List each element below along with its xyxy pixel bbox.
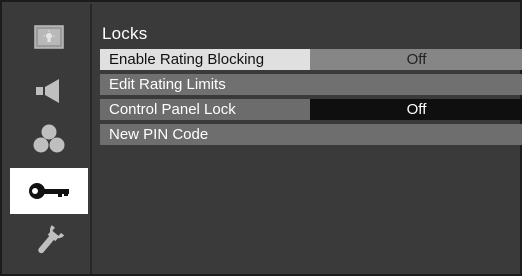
sidebar-item-channels[interactable] <box>10 116 88 162</box>
sidebar-item-locks[interactable] <box>10 168 88 214</box>
sidebar-item-picture[interactable] <box>10 14 88 60</box>
menu-row-control-panel-lock[interactable]: Control Panel Lock Off <box>100 99 522 120</box>
sidebar <box>4 4 92 274</box>
menu-row-new-pin-code[interactable]: New PIN Code <box>100 124 522 145</box>
channels-icon <box>33 124 65 153</box>
menu-row-label: New PIN Code <box>109 126 209 143</box>
sidebar-item-setup[interactable] <box>10 218 88 264</box>
wrench-icon <box>38 225 64 254</box>
page-title: Locks <box>102 24 148 43</box>
key-icon <box>29 183 69 199</box>
menu-row-label: Control Panel Lock <box>100 99 310 120</box>
settings-panel: Locks Enable Rating Blocking Off Edit Ra… <box>100 2 522 278</box>
menu-row-label: Enable Rating Blocking <box>100 49 310 70</box>
menu-row-enable-rating-blocking[interactable]: Enable Rating Blocking Off <box>100 49 522 70</box>
menu-row-value[interactable]: Off <box>310 49 522 70</box>
picture-icon <box>34 25 64 49</box>
sidebar-item-audio[interactable] <box>10 68 88 114</box>
menu-row-value[interactable]: Off <box>310 99 522 120</box>
tv-osd-menu: Locks Enable Rating Blocking Off Edit Ra… <box>0 0 522 276</box>
speaker-icon <box>36 79 59 103</box>
menu-row-label: Edit Rating Limits <box>109 76 226 93</box>
menu-row-edit-rating-limits[interactable]: Edit Rating Limits <box>100 74 522 95</box>
